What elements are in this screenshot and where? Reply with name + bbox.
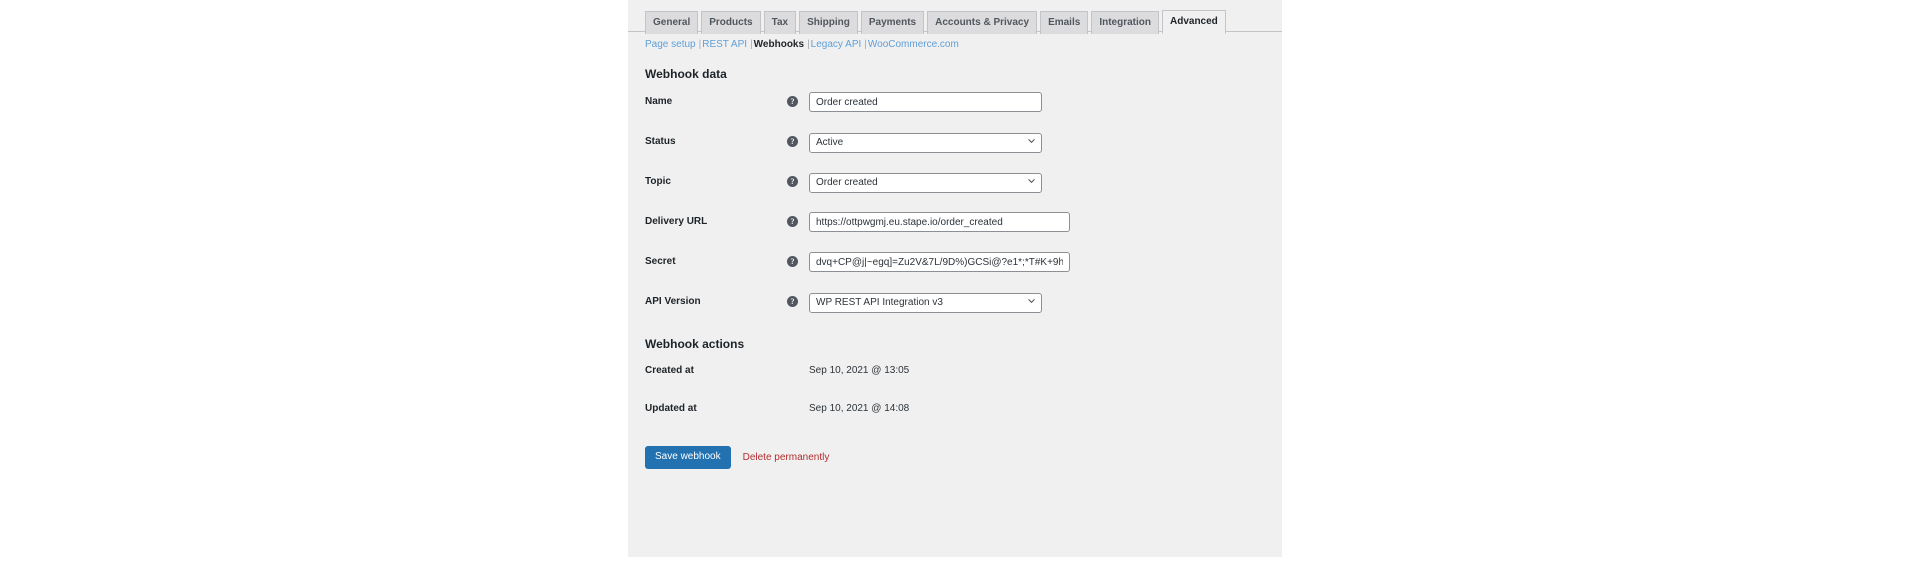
webhook-api-version-select[interactable]: WP REST API Integration v3 [809,293,1042,313]
label-api-version: API Version [645,296,701,307]
field-row-updated-at: Updated at Sep 10, 2021 @ 14:08 [645,390,1265,428]
subnav-separator: | [864,39,867,50]
webhook-topic-select-wrap: Order created [809,172,1042,193]
label-topic: Topic [645,176,671,187]
tab-shipping[interactable]: Shipping [799,11,858,34]
field-row-topic: Topic ? Order created [645,162,1265,202]
tab-tax[interactable]: Tax [763,11,797,34]
field-row-api-version: API Version ? WP REST API Integration v3 [645,282,1265,322]
settings-panel: General Products Tax Shipping Payments Accoun… [628,0,1282,557]
field-cell-delivery-url: ? [787,202,1265,242]
form-submit-row: Save webhook Delete permanently [628,428,1282,469]
page-root: General Products Tax Shipping Payments Accoun… [0,0,1920,579]
tab-emails[interactable]: Emails [1040,11,1089,34]
save-webhook-button[interactable]: Save webhook [645,446,731,469]
label-created-at: Created at [645,365,694,376]
help-icon[interactable]: ? [787,295,798,307]
webhook-actions-heading: Webhook actions [645,337,745,351]
tab-accounts-privacy[interactable]: Accounts & Privacy [927,11,1038,34]
subnav-separator: | [750,39,753,50]
help-icon[interactable]: ? [787,255,798,267]
label-secret: Secret [645,256,676,267]
help-icon[interactable]: ? [787,215,798,227]
created-at-value: Sep 10, 2021 @ 13:05 [809,364,910,376]
field-cell-api-version: ? WP REST API Integration v3 [787,282,1265,322]
webhook-data-heading: Webhook data [645,67,727,81]
webhook-data-table: Name ? Status ? Active Topic [645,82,1265,322]
webhook-name-input[interactable] [809,92,1042,112]
tab-products[interactable]: Products [701,11,761,34]
label-name: Name [645,96,673,107]
tab-general[interactable]: General [645,11,699,34]
label-delivery-url: Delivery URL [645,216,708,227]
subnav-item-woocommerce-com[interactable]: WooCommerce.com [868,39,959,50]
webhook-topic-select[interactable]: Order created [809,173,1042,193]
field-cell-status: ? Active [787,122,1265,162]
subnav-item-webhooks[interactable]: Webhooks [754,39,804,50]
subnav-item-page-setup[interactable]: Page setup [645,39,696,50]
settings-content: Webhook data Name ? Status ? Active [628,66,1282,428]
delete-permanently-link[interactable]: Delete permanently [743,450,830,466]
subnav-separator: | [807,39,810,50]
field-row-delivery-url: Delivery URL ? [645,202,1265,242]
tab-advanced[interactable]: Advanced [1161,10,1226,34]
field-cell-created-at: Sep 10, 2021 @ 13:05 [787,352,1265,390]
tab-payments[interactable]: Payments [860,11,925,34]
subnav-item-legacy-api[interactable]: Legacy API [811,39,862,50]
field-row-secret: Secret ? [645,242,1265,282]
help-icon[interactable]: ? [787,135,798,147]
updated-at-value: Sep 10, 2021 @ 14:08 [809,402,910,414]
help-icon[interactable]: ? [787,95,798,107]
field-cell-topic: ? Order created [787,162,1265,202]
field-row-created-at: Created at Sep 10, 2021 @ 13:05 [645,352,1265,390]
field-row-name: Name ? [645,82,1265,122]
field-cell-name: ? [787,82,1265,122]
webhook-api-version-select-wrap: WP REST API Integration v3 [809,292,1042,313]
webhook-delivery-url-input[interactable] [809,212,1070,232]
webhook-secret-input[interactable] [809,252,1070,272]
field-cell-secret: ? [787,242,1265,282]
label-updated-at: Updated at [645,403,697,414]
subnav-item-rest-api[interactable]: REST API [702,39,747,50]
settings-tab-bar: General Products Tax Shipping Payments Accoun… [628,0,1282,34]
help-icon[interactable]: ? [787,175,798,187]
tab-integration[interactable]: Integration [1091,11,1159,34]
field-cell-updated-at: Sep 10, 2021 @ 14:08 [787,390,1265,428]
field-row-status: Status ? Active [645,122,1265,162]
webhook-status-select-wrap: Active [809,132,1042,153]
subnav: Page setup |REST API |Webhooks |Legacy API |… [628,32,1282,52]
label-status: Status [645,136,676,147]
webhook-status-select[interactable]: Active [809,133,1042,153]
webhook-actions-table: Created at Sep 10, 2021 @ 13:05 Updated … [645,352,1265,428]
